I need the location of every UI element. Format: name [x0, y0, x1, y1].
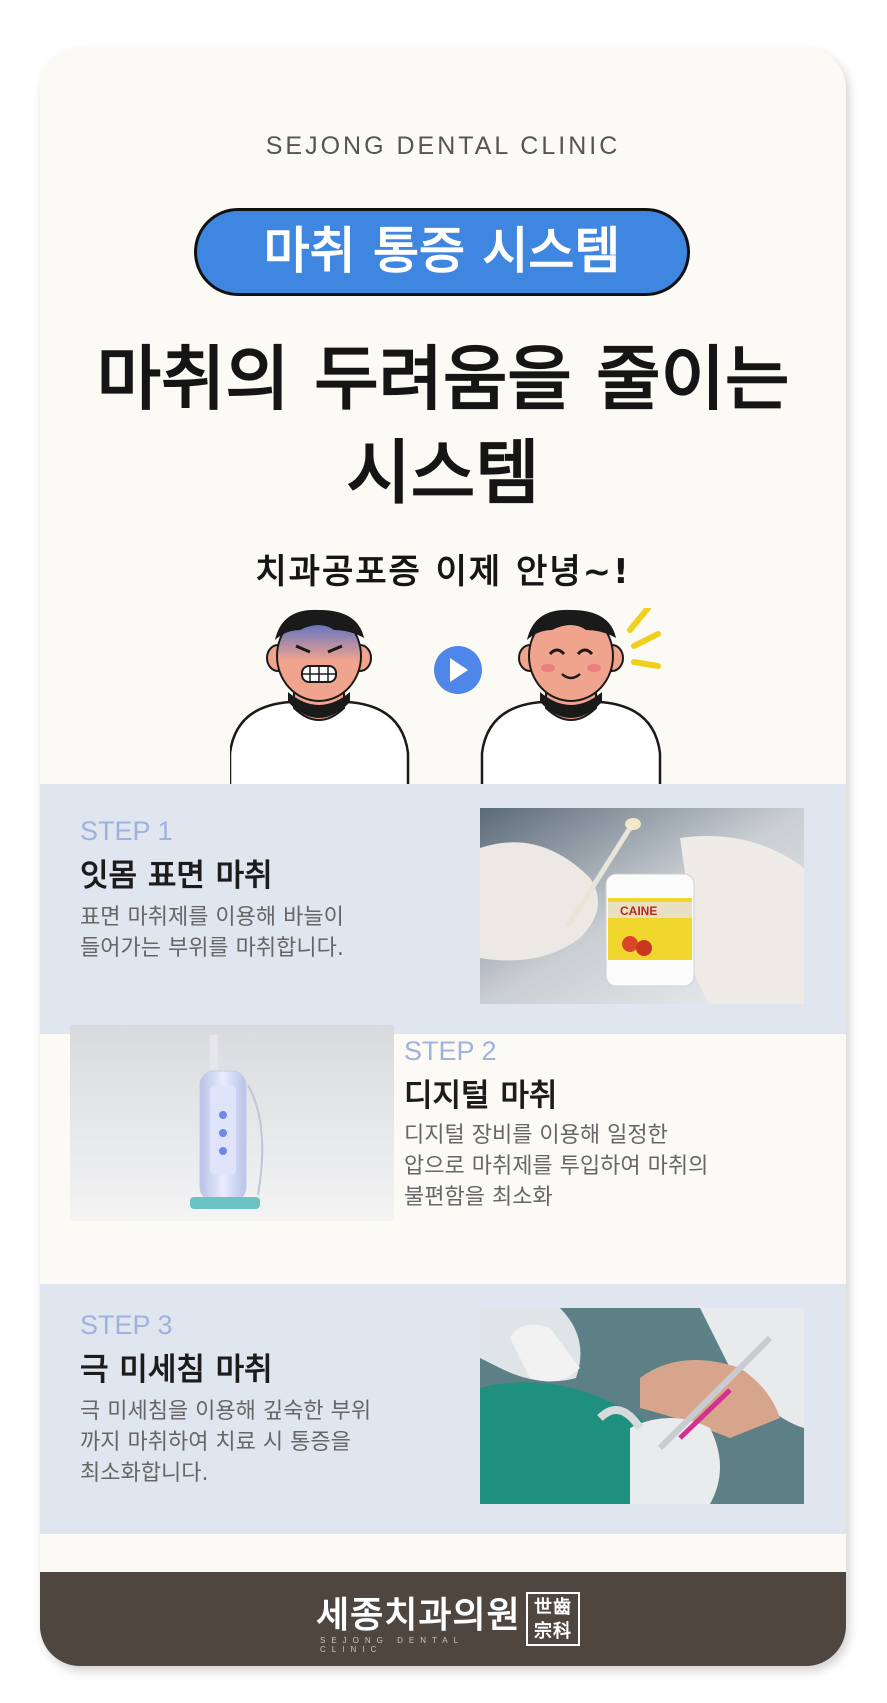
step-3-desc-line-3: 최소화합니다.	[80, 1461, 209, 1486]
handwritten-tagline: 치과공포증 이제 안녕~!	[255, 552, 631, 592]
play-arrow-icon	[434, 646, 482, 694]
step-1-title: 잇몸 표면 마취	[80, 858, 273, 894]
digital-anesthesia-device-photo	[70, 1025, 394, 1221]
topic-badge: 마취 통증 시스템	[194, 208, 690, 296]
step-3-description: 극 미세침을 이용해 깊숙한 부위 까지 마취하여 치료 시 통증을 최소화합니…	[80, 1396, 460, 1489]
photo-product-label: CAINE	[620, 904, 657, 918]
clinic-logo-subtext: SEJONG DENTAL CLINIC	[320, 1636, 464, 1654]
topical-anesthetic-gel-photo: CAINE	[480, 808, 804, 1004]
step-2-label: STEP 2	[404, 1036, 497, 1066]
step-1-desc-line-1: 표면 마취제를 이용해 바늘이	[80, 905, 344, 930]
step-1-section: STEP 1 잇몸 표면 마취 표면 마취제를 이용해 바늘이 들어가는 부위를…	[40, 784, 846, 1034]
step-2-desc-line-2: 압으로 마취제를 투입하여 마취의	[404, 1154, 709, 1179]
step-3-section: STEP 3 극 미세침 마취 극 미세침을 이용해 깊숙한 부위 까지 마취하…	[40, 1284, 846, 1534]
footer-logo-bar: 세종치과의원 SEJONG DENTAL CLINIC 世齒 宗科	[40, 1572, 846, 1666]
step-3-desc-line-2: 까지 마취하여 치료 시 통증을	[80, 1430, 351, 1455]
promo-card: SEJONG DENTAL CLINIC 마취 통증 시스템 마취의 두려움을 …	[40, 48, 846, 1666]
step-1-label: STEP 1	[80, 816, 173, 846]
clinic-logo-text: 세종치과의원	[316, 1595, 521, 1636]
clinic-seal-icon: 世齒 宗科	[526, 1592, 580, 1646]
step-2-title: 디지털 마취	[404, 1078, 558, 1114]
step-3-title: 극 미세침 마취	[80, 1352, 273, 1388]
page-title: 마취의 두려움을 줄이는 시스템	[40, 332, 846, 520]
step-3-desc-line-1: 극 미세침을 이용해 깊숙한 부위	[80, 1399, 372, 1424]
step-2-desc-line-1: 디지털 장비를 이용해 일정한	[404, 1123, 668, 1148]
dental-injection-photo	[480, 1308, 804, 1504]
clinic-name: SEJONG DENTAL CLINIC	[265, 132, 621, 160]
step-1-description: 표면 마취제를 이용해 바늘이 들어가는 부위를 마취합니다.	[80, 902, 460, 964]
seal-line-2: 宗科	[534, 1621, 572, 1642]
headline-line-1: 마취의 두려움을 줄이는	[96, 338, 790, 420]
step-3-label: STEP 3	[80, 1310, 173, 1340]
step-1-desc-line-2: 들어가는 부위를 마취합니다.	[80, 936, 344, 961]
step-2-section: STEP 2 디지털 마취 디지털 장비를 이용해 일정한 압으로 마취제를 투…	[40, 1025, 846, 1284]
step-2-desc-line-3: 불편함을 최소화	[404, 1185, 553, 1210]
headline-line-2: 시스템	[346, 432, 540, 514]
step-2-description: 디지털 장비를 이용해 일정한 압으로 마취제를 투입하여 마취의 불편함을 최…	[404, 1120, 804, 1213]
seal-line-1: 世齒	[534, 1597, 572, 1618]
